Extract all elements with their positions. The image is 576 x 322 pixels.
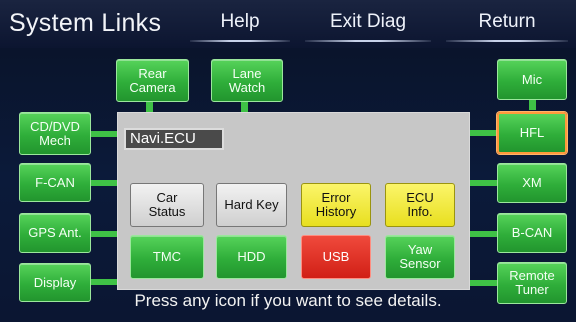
hdd-button[interactable]: HDD [216, 235, 287, 279]
hard-key-button[interactable]: Hard Key [216, 183, 287, 227]
connector-mic [529, 100, 536, 110]
module-rear-camera[interactable]: Rear Camera [116, 59, 189, 102]
connector-b-can [468, 231, 497, 237]
module-xm[interactable]: XM [497, 163, 567, 203]
connector-remote-tuner [468, 280, 497, 286]
connector-display [91, 279, 117, 285]
connector-rear-camera [146, 102, 153, 112]
connector-lane-watch [241, 102, 248, 112]
instruction-text: Press any icon if you want to see detail… [134, 291, 442, 310]
module-gps-ant[interactable]: GPS Ant. [19, 213, 91, 253]
diagnostic-screen: System Links Help Exit Diag Return Rear … [0, 0, 576, 322]
header-bar: System Links Help Exit Diag Return [0, 0, 576, 48]
connector-hfl [468, 130, 497, 136]
module-lane-watch[interactable]: Lane Watch [211, 59, 283, 102]
module-hfl[interactable]: HFL [497, 112, 567, 154]
usb-button[interactable]: USB [301, 235, 371, 279]
module-f-can[interactable]: F-CAN [19, 163, 91, 202]
exit-diag-button[interactable]: Exit Diag [305, 6, 431, 42]
page-title: System Links [9, 9, 162, 37]
module-b-can[interactable]: B-CAN [497, 213, 567, 253]
error-history-button[interactable]: Error History [301, 183, 371, 227]
connector-gps [91, 231, 117, 237]
module-mic[interactable]: Mic [497, 59, 567, 100]
return-button[interactable]: Return [446, 6, 568, 42]
car-status-button[interactable]: Car Status [130, 183, 204, 227]
panel-title: Navi.ECU [124, 128, 224, 150]
yaw-sensor-button[interactable]: Yaw Sensor [385, 235, 455, 279]
help-button[interactable]: Help [190, 6, 290, 42]
connector-xm [468, 180, 497, 186]
connector-cd-dvd [91, 131, 117, 137]
connector-f-can [91, 180, 117, 186]
tmc-button[interactable]: TMC [130, 235, 204, 279]
ecu-info-button[interactable]: ECU Info. [385, 183, 455, 227]
module-cd-dvd-mech[interactable]: CD/DVD Mech [19, 112, 91, 155]
